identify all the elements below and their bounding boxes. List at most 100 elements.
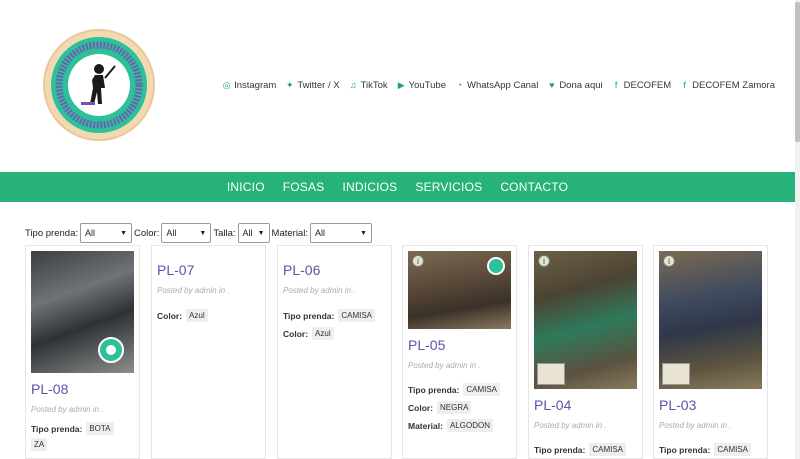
social-link-decofem[interactable]: f DECOFEM xyxy=(612,80,672,91)
social-label: DECOFEM Zamora xyxy=(692,80,775,91)
attr-key: Color: xyxy=(283,328,309,339)
attr-key: Tipo prenda: xyxy=(659,444,711,455)
card-title[interactable]: PL-07 xyxy=(157,262,265,278)
nav-item-inicio[interactable]: INICIO xyxy=(227,180,265,194)
map-thumbnail-icon xyxy=(662,363,690,385)
social-label: YouTube xyxy=(408,80,447,91)
attr-key: Tipo prenda: xyxy=(534,444,586,455)
select-value: All xyxy=(166,228,177,238)
attr-key: Tipo prenda: xyxy=(31,423,83,434)
card[interactable]: PL-07 Posted by admin in . Color: Azul xyxy=(151,245,266,459)
card-photo[interactable]: i xyxy=(534,251,637,389)
attr-key: Color: xyxy=(408,402,434,413)
social-link-twitter[interactable]: ✦ Twitter / X xyxy=(285,80,340,91)
site-logo[interactable] xyxy=(43,29,155,141)
card-attr: Color: Azul xyxy=(283,327,391,340)
card-meta: Posted by admin in . xyxy=(534,421,607,430)
card-attr: Material: ALGODON xyxy=(408,419,516,432)
attr-key: Tipo prenda: xyxy=(408,384,460,395)
social-link-donate[interactable]: ♥ Dona aqui xyxy=(547,80,602,91)
social-link-tiktok[interactable]: ♫ TikTok xyxy=(349,80,388,91)
card-attr: Color: Azul xyxy=(157,309,265,322)
instagram-icon: ◎ xyxy=(222,80,231,90)
scrollbar-thumb[interactable] xyxy=(795,2,800,142)
youtube-icon: ▶ xyxy=(397,80,405,90)
card[interactable]: i PL-03 Posted by admin in . Tipo prenda… xyxy=(653,245,768,459)
chevron-down-icon: ▼ xyxy=(120,229,127,237)
social-links: ◎ Instagram ✦ Twitter / X ♫ TikTok ▶ YouTube… xyxy=(222,80,775,91)
social-link-decofem-zamora[interactable]: f DECOFEM Zamora xyxy=(680,80,775,91)
card-meta: Posted by admin in . xyxy=(283,286,356,295)
donate-icon: ♥ xyxy=(549,80,555,90)
social-label: DECOFEM xyxy=(623,80,672,91)
card-attr: Tipo prenda: BOTA xyxy=(31,422,139,435)
card-photo[interactable]: i xyxy=(659,251,762,389)
attr-tag[interactable]: Azul xyxy=(186,309,208,322)
social-label: Twitter / X xyxy=(297,80,340,91)
card-meta: Posted by admin in . xyxy=(31,405,104,414)
site-header: ◎ Instagram ✦ Twitter / X ♫ TikTok ▶ YouTube… xyxy=(0,0,800,172)
attr-key: Material: xyxy=(408,420,443,431)
card-title[interactable]: PL-06 xyxy=(283,262,391,278)
map-thumbnail-icon xyxy=(537,363,565,385)
card-meta: Posted by admin in . xyxy=(659,421,732,430)
attr-tag[interactable]: ZA xyxy=(31,438,48,451)
color-select[interactable]: All ▼ xyxy=(161,223,212,243)
logo-badge-icon xyxy=(98,337,124,363)
filter-label-material: Material: xyxy=(271,227,308,239)
select-value: All xyxy=(85,228,96,238)
info-icon: i xyxy=(663,255,675,267)
chevron-down-icon: ▼ xyxy=(360,229,367,237)
chevron-down-icon: ▼ xyxy=(199,229,207,237)
nav-item-contacto[interactable]: CONTACTO xyxy=(500,180,568,194)
card-meta: Posted by admin in . xyxy=(157,286,230,295)
facebook-icon: f xyxy=(683,80,686,90)
material-select[interactable]: All ▼ xyxy=(309,223,372,243)
tiktok-icon: ♫ xyxy=(349,80,357,90)
social-link-youtube[interactable]: ▶ YouTube xyxy=(397,80,446,91)
attr-tag[interactable]: Azul xyxy=(312,327,334,340)
card-photo[interactable]: i xyxy=(408,251,511,329)
page-scrollbar[interactable] xyxy=(795,0,800,459)
attr-tag[interactable]: BOTA xyxy=(86,422,114,435)
logo-badge-icon xyxy=(487,257,505,275)
card-attr: Tipo prenda: CAMISA xyxy=(283,309,391,322)
card[interactable]: i PL-05 Posted by admin in . Tipo prenda… xyxy=(402,245,517,459)
attr-tag[interactable]: CAMISA xyxy=(338,309,375,322)
nav-item-fosas[interactable]: FOSAS xyxy=(283,180,325,194)
filter-label-talla: Talla: xyxy=(213,227,236,239)
social-label: WhatsApp Canal xyxy=(467,80,539,91)
talla-select[interactable]: All ▼ xyxy=(237,223,270,243)
card[interactable]: PL-08 Posted by admin in . Tipo prenda: B… xyxy=(25,245,140,459)
main-nav: INICIO FOSAS INDICIOS SERVICIOS CONTACTO xyxy=(0,172,795,202)
attr-key: Tipo prenda: xyxy=(283,310,335,321)
card[interactable]: i PL-04 Posted by admin in . Tipo prenda… xyxy=(528,245,643,459)
attr-tag[interactable]: CAMISA xyxy=(589,443,626,456)
card-attr: Tipo prenda: CAMISA xyxy=(659,443,767,456)
card-title[interactable]: PL-04 xyxy=(534,397,642,413)
nav-item-servicios[interactable]: SERVICIOS xyxy=(415,180,482,194)
attr-tag[interactable]: CAMISA xyxy=(463,383,500,396)
social-link-instagram[interactable]: ◎ Instagram xyxy=(222,80,277,91)
social-link-whatsapp[interactable]: ◔ WhatsApp Canal xyxy=(455,80,539,91)
attr-tag[interactable]: CAMISA xyxy=(714,443,751,456)
card[interactable]: PL-06 Posted by admin in . Tipo prenda: C… xyxy=(277,245,392,459)
attr-tag[interactable]: NEGRA xyxy=(437,401,472,414)
attr-key: Color: xyxy=(157,310,183,321)
nav-item-indicios[interactable]: INDICIOS xyxy=(342,180,397,194)
card-title[interactable]: PL-08 xyxy=(31,381,139,397)
card-photo[interactable] xyxy=(31,251,134,373)
card-title[interactable]: PL-03 xyxy=(659,397,767,413)
card-meta: Posted by admin in . xyxy=(408,361,481,370)
filter-label-color: Color: xyxy=(134,227,160,239)
card-attr: Tipo prenda: CAMISA xyxy=(408,383,516,396)
social-label: Instagram xyxy=(234,80,277,91)
card-attr: Tipo prenda: CAMISA xyxy=(534,443,642,456)
tipo-prenda-select[interactable]: All ▼ xyxy=(80,223,132,243)
social-label: Dona aqui xyxy=(559,80,603,91)
attr-tag[interactable]: ALGODON xyxy=(446,419,493,432)
info-icon: i xyxy=(538,255,550,267)
chevron-down-icon: ▼ xyxy=(257,229,265,237)
social-label: TikTok xyxy=(360,80,388,91)
card-title[interactable]: PL-05 xyxy=(408,337,516,353)
